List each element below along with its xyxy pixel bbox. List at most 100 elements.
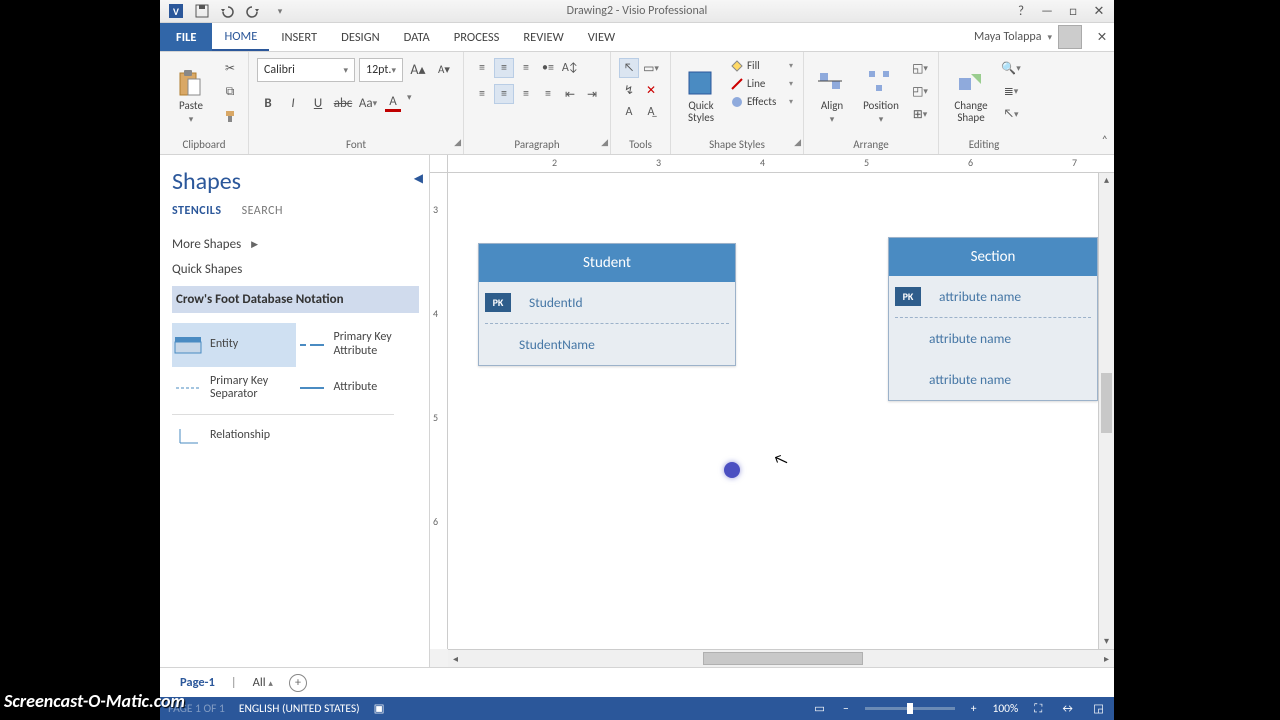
redo-icon[interactable] (246, 3, 262, 19)
entity-section[interactable]: Section PK attribute name attribute name… (888, 237, 1098, 401)
stencils-tab[interactable]: STENCILS (172, 204, 222, 218)
add-page-button[interactable]: + (289, 674, 307, 692)
close-document-icon[interactable]: ✕ (1090, 23, 1114, 51)
copy-icon[interactable]: ⧉ (220, 82, 240, 102)
format-painter-icon[interactable] (220, 106, 240, 126)
more-shapes-link[interactable]: More Shapes▶ (172, 232, 419, 257)
stencil-entity[interactable]: Entity (172, 323, 296, 367)
vertical-scrollbar[interactable]: ▴ ▾ (1098, 173, 1114, 649)
paragraph-launcher-icon[interactable]: ◢ (601, 134, 608, 152)
fit-width-icon[interactable]: ↔ (1058, 702, 1077, 716)
tab-file[interactable]: FILE (160, 23, 212, 51)
stencil-pk-attribute[interactable]: Primary Key Attribute (296, 323, 420, 367)
scroll-right-icon[interactable]: ▸ (1099, 650, 1114, 667)
presentation-mode-icon[interactable]: ▭ (812, 701, 827, 716)
attribute-text[interactable]: StudentId (519, 282, 735, 323)
paste-button[interactable]: Paste ▾ (168, 58, 214, 136)
connector-tool-icon[interactable]: ↯ (619, 80, 639, 100)
scroll-down-icon[interactable]: ▾ (1099, 634, 1114, 649)
underline-button[interactable]: U (307, 92, 329, 114)
page-tab-1[interactable]: Page-1 (180, 675, 215, 690)
pointer-tool-icon[interactable]: ↖ (619, 58, 639, 78)
maximize-icon[interactable]: □ (1063, 4, 1083, 19)
cut-icon[interactable]: ✂ (220, 58, 240, 78)
status-language[interactable]: ENGLISH (UNITED STATES) (239, 702, 360, 716)
text-tool-icon[interactable]: A (619, 102, 639, 122)
connection-point-tool-icon[interactable]: ✕ (641, 80, 661, 100)
search-tab[interactable]: SEARCH (242, 204, 283, 218)
pan-zoom-icon[interactable]: ◲ (1091, 701, 1106, 716)
justify-icon[interactable]: ≡ (538, 84, 558, 104)
attribute-text[interactable]: attribute name (889, 359, 1097, 400)
entity-row[interactable]: attribute name (889, 318, 1097, 359)
fill-button[interactable]: Fill▾ (729, 58, 795, 73)
all-pages-button[interactable]: All ▴ (253, 675, 273, 690)
tab-review[interactable]: REVIEW (511, 23, 575, 51)
horizontal-scrollbar[interactable]: ◂ ▸ (448, 649, 1114, 667)
rectangle-tool-icon[interactable]: ▭▾ (641, 58, 661, 78)
font-color-dropdown-icon[interactable]: ▾ (407, 92, 412, 114)
bold-button[interactable]: B (257, 92, 279, 114)
entity-title[interactable]: Section (889, 238, 1097, 276)
send-back-icon[interactable]: ◰▾ (910, 81, 930, 101)
qat-customize-icon[interactable]: ▾ (272, 3, 288, 19)
collapse-ribbon-icon[interactable]: ˄ (1102, 134, 1108, 148)
zoom-out-icon[interactable]: − (841, 702, 851, 716)
save-icon[interactable] (194, 3, 210, 19)
entity-row[interactable]: attribute name (889, 359, 1097, 400)
undo-icon[interactable] (220, 3, 236, 19)
attribute-text[interactable]: StudentName (479, 324, 735, 365)
scroll-left-icon[interactable]: ◂ (448, 650, 463, 667)
effects-button[interactable]: Effects▾ (729, 94, 795, 109)
stencil-relationship[interactable]: Relationship (172, 419, 296, 453)
zoom-percent[interactable]: 100% (993, 702, 1019, 716)
zoom-slider[interactable] (865, 707, 955, 710)
italic-button[interactable]: I (282, 92, 304, 114)
shrink-font-icon[interactable]: A▾ (433, 58, 455, 80)
bullets-icon[interactable]: •≡ (538, 58, 558, 78)
attribute-text[interactable]: attribute name (929, 276, 1097, 317)
font-size-select[interactable]: 12pt.▾ (359, 58, 403, 82)
align-middle-icon[interactable]: ≡ (494, 58, 514, 78)
strikethrough-button[interactable]: abc (332, 92, 354, 114)
bring-front-icon[interactable]: ◱▾ (910, 58, 930, 78)
align-right-icon[interactable]: ≡ (516, 84, 536, 104)
shape-styles-launcher-icon[interactable]: ◢ (794, 134, 801, 152)
grow-font-icon[interactable]: A▴ (407, 58, 429, 80)
macro-record-icon[interactable]: ▣ (374, 701, 385, 716)
close-icon[interactable]: ✕ (1089, 4, 1109, 19)
stencil-pk-separator[interactable]: Primary Key Separator (172, 367, 296, 411)
attribute-text[interactable]: attribute name (889, 318, 1097, 359)
tab-design[interactable]: DESIGN (329, 23, 392, 51)
text-block-tool-icon[interactable]: A̲ (641, 102, 661, 122)
find-icon[interactable]: 🔍▾ (1001, 58, 1021, 78)
tab-view[interactable]: VIEW (576, 23, 627, 51)
tab-home[interactable]: HOME (212, 23, 269, 51)
stencil-attribute[interactable]: Attribute (296, 367, 420, 411)
vscroll-thumb[interactable] (1101, 373, 1112, 433)
line-button[interactable]: Line▾ (729, 76, 795, 91)
align-button[interactable]: Align▾ (812, 58, 852, 136)
change-shape-button[interactable]: Change Shape (947, 58, 995, 136)
entity-title[interactable]: Student (479, 244, 735, 282)
zoom-slider-thumb[interactable] (907, 703, 913, 714)
stencil-title[interactable]: Crow's Foot Database Notation (172, 286, 419, 313)
entity-student[interactable]: Student PK StudentId StudentName (478, 243, 736, 366)
scroll-up-icon[interactable]: ▴ (1099, 173, 1114, 188)
entity-row[interactable]: PK StudentId (479, 282, 735, 323)
change-case-button[interactable]: Aa▾ (357, 92, 379, 114)
align-left-icon[interactable]: ≡ (472, 84, 492, 104)
quick-styles-button[interactable]: Quick Styles (679, 58, 723, 136)
font-launcher-icon[interactable]: ◢ (454, 134, 461, 152)
select-icon[interactable]: ↖▾ (1001, 104, 1021, 124)
fit-page-icon[interactable]: ⛶ (1032, 702, 1044, 716)
align-center-icon[interactable]: ≡ (494, 84, 514, 104)
entity-row[interactable]: PK attribute name (889, 276, 1097, 317)
hscroll-thumb[interactable] (703, 652, 863, 665)
zoom-in-icon[interactable]: + (969, 702, 979, 716)
quick-shapes-link[interactable]: Quick Shapes (172, 257, 419, 282)
align-bottom-icon[interactable]: ≡ (516, 58, 536, 78)
font-name-select[interactable]: Calibri▾ (257, 58, 355, 82)
entity-row[interactable]: StudentName (479, 324, 735, 365)
minimize-icon[interactable]: — (1037, 4, 1057, 19)
